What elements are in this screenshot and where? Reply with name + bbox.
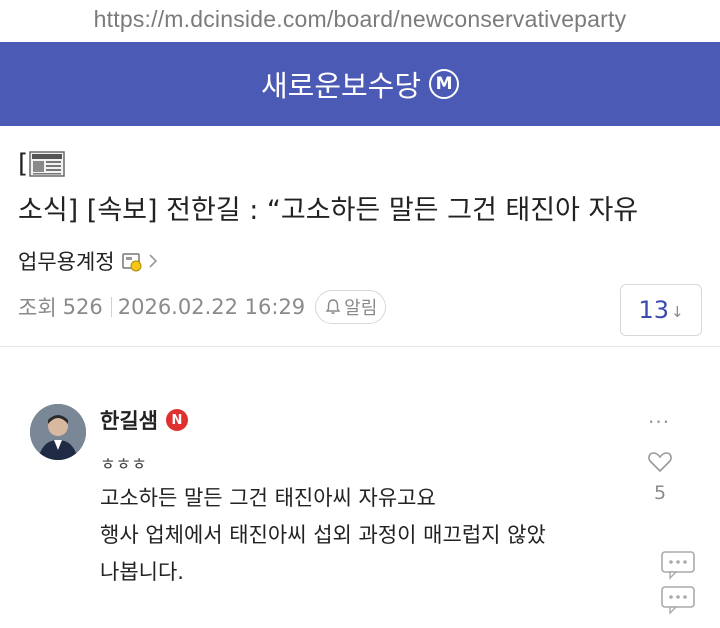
newspaper-icon xyxy=(29,151,65,177)
alarm-button[interactable]: 알림 xyxy=(315,290,387,324)
author-name[interactable]: 업무용계정 xyxy=(18,246,115,276)
reply-bubble-icon[interactable] xyxy=(660,550,696,580)
alarm-label: 알림 xyxy=(344,298,378,319)
comment-line: 나봅니다. xyxy=(100,560,184,584)
arrow-down-icon: ↓ xyxy=(670,303,684,321)
post-header: [ 소식] [속보] 전한길 : “고소하든 말든 그건 태진아 자유 업무용계… xyxy=(0,126,720,347)
comment-body: ㅎㅎㅎ 고소하든 말든 그건 태진아씨 자유고요 행사 업체에서 태진아씨 섭외… xyxy=(100,450,640,591)
avatar-image xyxy=(30,404,86,460)
avatar[interactable] xyxy=(30,404,86,460)
views-count: 526 xyxy=(62,295,103,319)
comment-author[interactable]: 한길샘 N xyxy=(100,405,188,435)
comment-item: 한길샘 N ··· ㅎㅎㅎ 고소하든 말든 그건 태진아씨 자유고요 행사 업체… xyxy=(0,380,720,628)
post-meta: 조회 526 2026.02.22 16:29 알림 xyxy=(18,290,387,324)
post-datetime: 2026.02.22 16:29 xyxy=(117,295,306,319)
views-label: 조회 xyxy=(18,296,57,320)
title-bracket: [ xyxy=(18,149,29,179)
like-button[interactable]: 5 xyxy=(646,450,674,504)
chevron-right-icon xyxy=(149,254,157,268)
more-options-icon[interactable]: ··· xyxy=(648,410,670,434)
comment-count-button[interactable]: 13 ↓ xyxy=(620,284,702,336)
title-prefix: [ xyxy=(18,148,66,180)
new-badge: N xyxy=(165,409,188,431)
meta-divider xyxy=(110,297,112,317)
heart-icon xyxy=(648,452,672,473)
comment-line: 행사 업체에서 태진아씨 섭외 과정이 매끄럽지 않았 xyxy=(100,523,546,547)
gallery-title[interactable]: 새로운보수당 xyxy=(261,63,421,105)
comment-count: 13 xyxy=(638,296,669,324)
comment-line: ㅎㅎㅎ xyxy=(100,455,147,475)
like-count: 5 xyxy=(653,482,667,504)
minor-gallery-badge: M xyxy=(429,69,460,99)
comment-line: 고소하든 말든 그건 태진아씨 자유고요 xyxy=(100,486,436,510)
bell-icon xyxy=(325,299,341,314)
address-bar[interactable]: https://m.dcinside.com/board/newconserva… xyxy=(0,0,720,42)
post-title: 소식] [속보] 전한길 : “고소하든 말든 그건 태진아 자유 xyxy=(18,195,639,226)
comment-author-name[interactable]: 한길샘 xyxy=(100,405,158,435)
semi-fixed-nick-icon xyxy=(121,253,142,272)
url-text: https://m.dcinside.com/board/newconserva… xyxy=(93,6,627,32)
gallery-header: 새로운보수당 M xyxy=(0,42,720,126)
post-author[interactable]: 업무용계정 xyxy=(18,246,159,276)
comment-bubble-icon[interactable] xyxy=(660,585,696,615)
